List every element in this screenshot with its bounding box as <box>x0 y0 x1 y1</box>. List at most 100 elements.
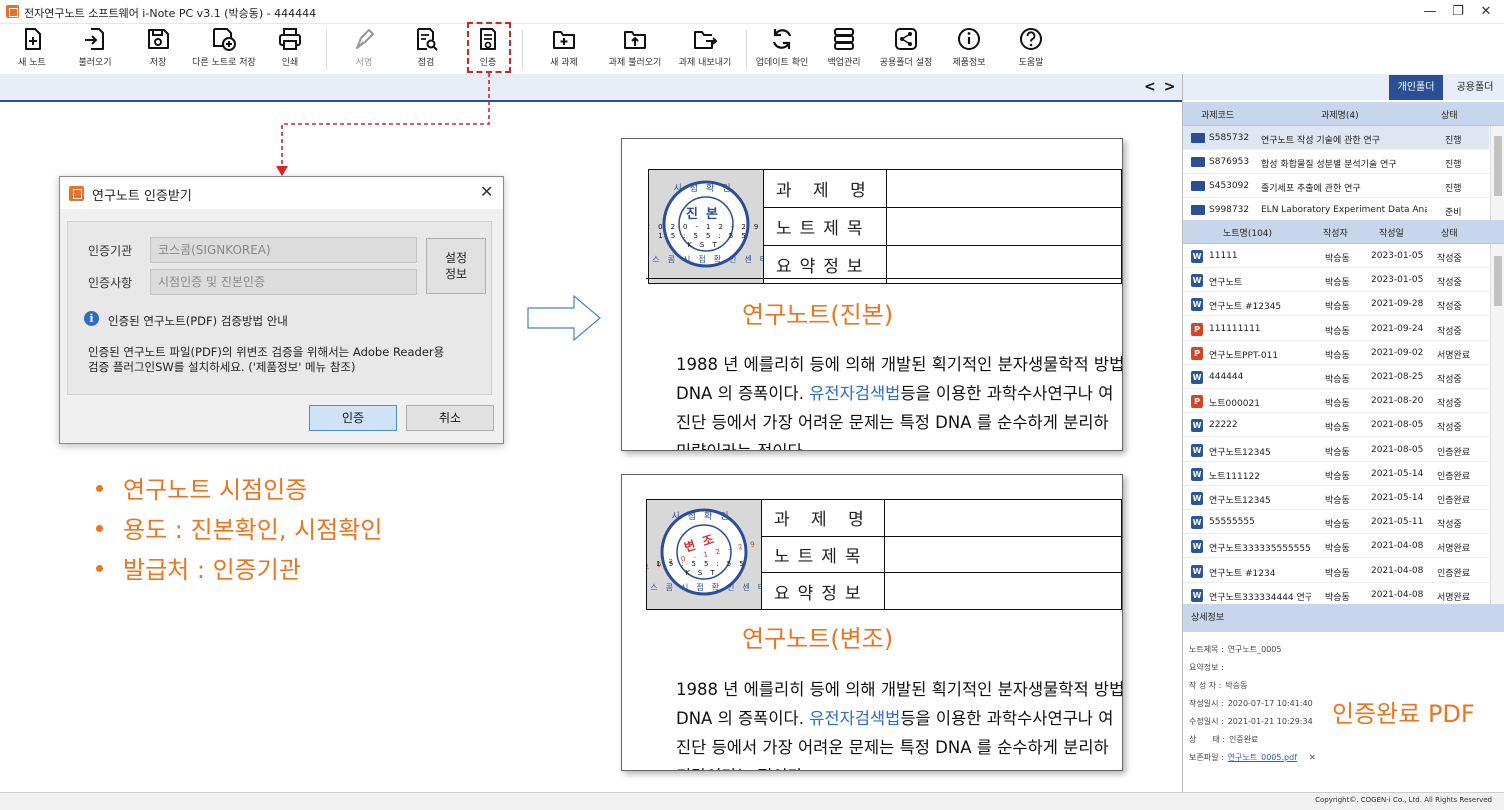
note-name: 노트111122 <box>1209 471 1260 482</box>
note-author: 박승동 <box>1325 592 1350 603</box>
ppt-doc-icon: P <box>1191 322 1203 336</box>
task-row[interactable]: S998732 ELN Laboratory Experiment Data An… <box>1183 198 1489 222</box>
note-row[interactable]: W 55555555 박승동 2021-05-11 작성중 <box>1183 510 1489 535</box>
col-note-date[interactable]: 작성일 <box>1379 226 1404 239</box>
new-note-label: 새 노트 <box>18 58 46 68</box>
cancel-button[interactable]: 취소 <box>406 405 494 431</box>
col-task-code[interactable]: 과제코드 <box>1201 108 1234 121</box>
help-button[interactable]: 도움말 <box>1008 26 1054 72</box>
detail-summary-row: 요약정보 : <box>1189 663 1224 672</box>
word-doc-icon: W <box>1191 564 1203 578</box>
note-name: 연구노트333334444 연구 <box>1209 592 1311 603</box>
note-row[interactable]: W 연구노트 박승동 2023-01-05 작성중 <box>1183 268 1489 293</box>
note-name: 22222 <box>1209 420 1238 431</box>
folder-icon <box>1191 205 1205 215</box>
note-date: 2021-08-05 <box>1371 420 1424 431</box>
import-task-button[interactable]: 과제 불러오기 <box>604 26 666 72</box>
note-row[interactable]: P 111111111 박승동 2021-09-24 작성중 <box>1183 317 1489 341</box>
note-date: 2021-05-11 <box>1371 517 1424 528</box>
app-icon <box>69 186 84 201</box>
note-row[interactable]: P 연구노트PPT-011 박승동 2021-09-02 서명완료 <box>1183 341 1489 365</box>
help-icon <box>1020 28 1042 50</box>
col-note-status[interactable]: 상태 <box>1441 226 1458 239</box>
word-doc-icon: W <box>1191 250 1203 263</box>
task-row[interactable]: S876953 합성 화합물질 성분별 분석기술 연구 진행 <box>1183 150 1489 174</box>
task-name-label: 과 제 명 <box>763 169 887 208</box>
bullet-item: 용도 : 진본확인, 시점확인 <box>96 510 382 545</box>
new-task-button[interactable]: 새 과제 <box>540 26 588 72</box>
sign-label: 서명 <box>355 58 373 68</box>
note-title-label: 노트제목 <box>761 535 885 574</box>
next-tab-arrow-icon[interactable]: > <box>1164 79 1184 95</box>
note-header-table: 시점확인 진본 2020-12-29 15:55:55 KST 코스콤시점확인센… <box>637 169 1122 284</box>
note-status: 작성중 <box>1437 302 1462 313</box>
tab-personal-folder[interactable]: 개인폴더 <box>1389 75 1443 100</box>
note-date: 2021-05-14 <box>1371 493 1424 503</box>
note-row[interactable]: W 11111 박승동 2023-01-05 작성중 <box>1183 244 1489 268</box>
word-doc-icon: W <box>1191 371 1203 384</box>
task-row[interactable]: S585732 연구노트 작성 기술에 관한 연구 진행 <box>1183 126 1489 150</box>
task-scrollbar[interactable] <box>1490 126 1504 220</box>
detail-status-row: 상 태 : 인증완료 <box>1189 735 1259 744</box>
note-row[interactable]: P 노트000021 박승동 2021-08-20 작성중 <box>1183 389 1489 414</box>
word-doc-icon: W <box>1191 516 1203 530</box>
dialog-close-icon[interactable]: ✕ <box>480 182 493 201</box>
prev-tab-arrow-icon[interactable]: < <box>1144 79 1164 95</box>
load-button[interactable]: 불러오기 <box>70 26 120 72</box>
save-button[interactable]: 저장 <box>134 26 182 72</box>
detail-file-link[interactable]: 연구노트_0005.pdf <box>1228 753 1297 762</box>
task-name-value <box>883 499 1122 537</box>
note-preview-genuine: 시점확인 진본 2020-12-29 15:55:55 KST 코스콤시점확인센… <box>621 138 1123 451</box>
save-as-label: 다른 노트로 저장 <box>192 58 256 68</box>
note-row[interactable]: W 연구노트 #1234 박승동 2021-04-08 인증완료 <box>1183 559 1489 583</box>
close-button[interactable]: ✕ <box>1472 2 1500 22</box>
note-row[interactable]: W 연구노트12345 박승동 2021-08-05 인증완료 <box>1183 438 1489 462</box>
inspect-button[interactable]: 점검 <box>402 26 450 72</box>
certify-ok-button[interactable]: 인증 <box>309 405 397 431</box>
note-author: 박승동 <box>1325 399 1350 410</box>
note-status: 서명완료 <box>1437 544 1471 555</box>
note-scrollbar[interactable] <box>1490 244 1504 604</box>
update-check-label: 업데이트 확인 <box>755 58 809 68</box>
note-body: 1988 년 에를리히 등에 의해 개발된 획기적인 분자생물학적 방법 DNA… <box>676 350 1122 450</box>
update-check-button[interactable]: 업데이트 확인 <box>752 26 812 72</box>
new-task-label: 새 과제 <box>550 58 578 68</box>
col-note-name[interactable]: 노트명(104) <box>1223 226 1272 239</box>
info-title: 인증된 연구노트(PDF) 검증방법 안내 <box>108 314 288 328</box>
backup-button[interactable]: 백업관리 <box>820 26 868 72</box>
note-row[interactable]: W 연구노트 #12345 박승동 2021-09-28 작성중 <box>1183 292 1489 317</box>
sign-button[interactable]: 서명 <box>340 26 388 72</box>
note-header-table: 시점확인 변조 2020-12-29 15:55:55 KST 코스콤시점확인센… <box>635 499 1122 610</box>
task-row[interactable]: S453092 줄기세포 추출에 관한 연구 진행 <box>1183 174 1489 198</box>
export-task-button[interactable]: 과제 내보내기 <box>674 26 736 72</box>
note-author: 박승동 <box>1325 447 1350 458</box>
item-field: 시점인증 및 진본인증 <box>150 269 417 295</box>
col-task-name[interactable]: 과제명(4) <box>1321 108 1359 121</box>
task-name: 줄기세포 추출에 관한 연구 <box>1261 184 1361 194</box>
inspect-icon <box>417 28 438 51</box>
remove-file-icon[interactable]: ✕ <box>1309 753 1316 762</box>
minimize-button[interactable]: — <box>1416 2 1444 22</box>
product-info-button[interactable]: 제품정보 <box>946 26 992 72</box>
note-row[interactable]: W 노트111122 박승동 2021-05-14 인증완료 <box>1183 462 1489 486</box>
shared-folder-button[interactable]: 공용폴더 설정 <box>874 26 938 72</box>
settings-info-button[interactable]: 설정 정보 <box>426 238 486 294</box>
note-table-header: 노트명(104) 작성자 작성일 상태 <box>1183 220 1504 244</box>
save-as-button[interactable]: 다른 노트로 저장 <box>186 26 262 72</box>
note-author: 박승동 <box>1325 496 1350 506</box>
print-button[interactable]: 인쇄 <box>266 26 314 72</box>
tab-shared-folder[interactable]: 공용폴더 <box>1445 75 1504 100</box>
note-row[interactable]: W 444444 박승동 2021-08-25 작성중 <box>1183 365 1489 389</box>
note-row[interactable]: W 연구노트333335555555 박승동 2021-04-08 서명완료 <box>1183 534 1489 559</box>
new-folder-icon <box>553 31 575 49</box>
col-note-author[interactable]: 작성자 <box>1323 226 1348 239</box>
restore-button[interactable]: ❐ <box>1444 2 1472 22</box>
right-panel: 개인폴더 공용폴더 과제코드 과제명(4) 상태 S585732 연구노트 작성 … <box>1182 74 1504 792</box>
col-task-status[interactable]: 상태 <box>1441 108 1458 121</box>
task-table-header: 과제코드 과제명(4) 상태 <box>1183 102 1504 126</box>
note-row[interactable]: W 22222 박승동 2021-08-05 작성중 <box>1183 413 1489 438</box>
note-date: 2021-04-08 <box>1371 589 1424 600</box>
new-note-button[interactable]: 새 노트 <box>8 26 56 72</box>
task-status: 진행 <box>1445 184 1462 194</box>
note-row[interactable]: W 연구노트12345 박승동 2021-05-14 인증완료 <box>1183 486 1489 510</box>
